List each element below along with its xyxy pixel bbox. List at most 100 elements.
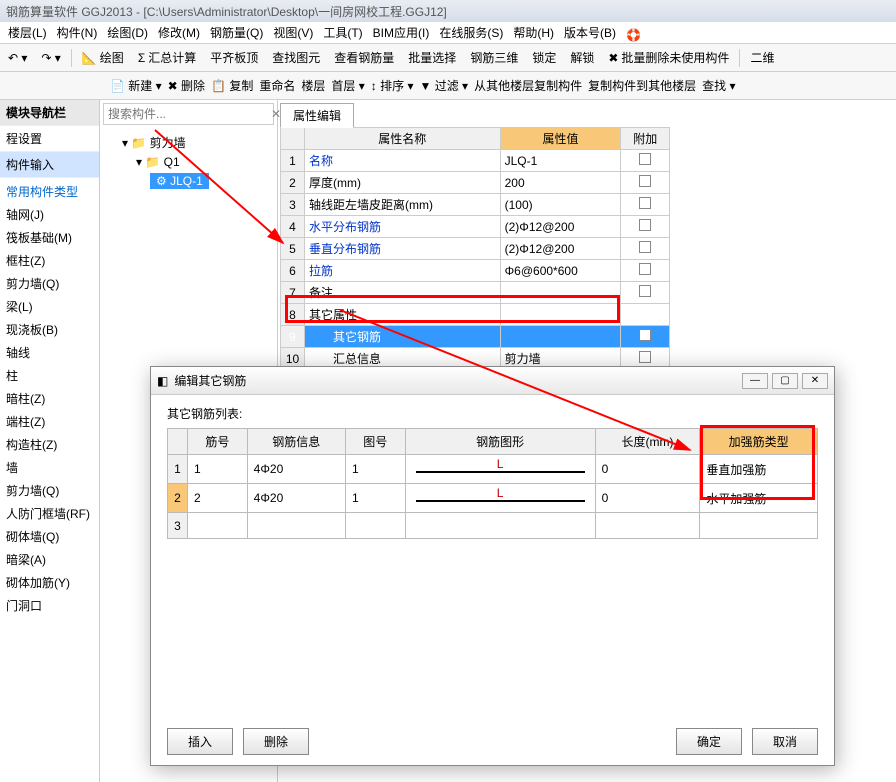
property-row[interactable]: 3轴线距左墙皮距离(mm)(100) (281, 194, 670, 216)
menu-view[interactable]: 视图(V) (269, 22, 317, 43)
help-icon[interactable]: 🛟 (622, 26, 636, 40)
list-item[interactable]: 暗梁(A) (0, 548, 99, 571)
minimize-button[interactable]: — (742, 373, 768, 389)
dialog-title: 编辑其它钢筋 (174, 372, 246, 389)
list-item[interactable]: 剪力墙(Q) (0, 479, 99, 502)
close-button[interactable]: ✕ (802, 373, 828, 389)
list-item[interactable]: 端柱(Z) (0, 410, 99, 433)
col-value: 属性值 (500, 128, 621, 150)
find-button[interactable]: 查找 ▾ (702, 77, 735, 94)
input-tab[interactable]: 构件输入 (0, 152, 99, 178)
tree-child[interactable]: ▾ 📁 Q1 (108, 153, 269, 171)
list-item[interactable]: 柱 (0, 364, 99, 387)
toolbar-main: ↶ ▾ ↷ ▾ 📐 绘图 Σ 汇总计算 平齐板顶 查找图元 查看钢筋量 批量选择… (0, 44, 896, 72)
nav-tab[interactable]: 模块导航栏 (0, 100, 99, 126)
menu-help[interactable]: 帮助(H) (509, 22, 558, 43)
batch-select-button[interactable]: 批量选择 (404, 47, 460, 68)
maximize-button[interactable]: ▢ (772, 373, 798, 389)
find-elem-button[interactable]: 查找图元 (268, 47, 324, 68)
list-item[interactable]: 墙 (0, 456, 99, 479)
settings-tab[interactable]: 程设置 (0, 126, 99, 152)
list-item[interactable]: 轴线 (0, 341, 99, 364)
copy-to-button[interactable]: 复制构件到其他楼层 (588, 77, 696, 94)
col-info: 钢筋信息 (247, 429, 345, 455)
unlock-button[interactable]: 解锁 (566, 47, 598, 68)
list-label: 其它钢筋列表: (167, 405, 818, 422)
component-tree: ▾ 📁 剪力墙 ▾ 📁 Q1 ⚙ JLQ-1 (100, 128, 277, 195)
list-item[interactable]: 砌体墙(Q) (0, 525, 99, 548)
rename-button[interactable]: 重命名 (259, 77, 295, 94)
list-item[interactable]: 现浇板(B) (0, 318, 99, 341)
delete-button[interactable]: ✖ 删除 (168, 77, 205, 94)
copy-from-button[interactable]: 从其他楼层复制构件 (474, 77, 582, 94)
menu-draw[interactable]: 绘图(D) (103, 22, 152, 43)
property-row[interactable]: 6拉筋Φ6@600*600 (281, 260, 670, 282)
list-item[interactable]: 框柱(Z) (0, 249, 99, 272)
rebar-row[interactable]: 3 (168, 513, 818, 539)
menu-floor[interactable]: 楼层(L) (4, 22, 51, 43)
col-name: 属性名称 (305, 128, 501, 150)
delete-button[interactable]: 删除 (243, 728, 309, 755)
category-header[interactable]: 常用构件类型 (0, 180, 99, 203)
list-item[interactable]: 暗柱(Z) (0, 387, 99, 410)
rebar-3d-button[interactable]: 钢筋三维 (466, 47, 522, 68)
dialog-icon: ◧ (157, 374, 168, 388)
insert-button[interactable]: 插入 (167, 728, 233, 755)
new-button[interactable]: 📄 新建 ▾ (110, 77, 162, 94)
col-fig: 图号 (345, 429, 405, 455)
ok-button[interactable]: 确定 (676, 728, 742, 755)
list-item[interactable]: 剪力墙(Q) (0, 272, 99, 295)
find-rebar-button[interactable]: 查看钢筋量 (330, 47, 398, 68)
floor-select[interactable]: 首层 ▾ (331, 77, 364, 94)
menubar: 楼层(L) 构件(N) 绘图(D) 修改(M) 钢筋量(Q) 视图(V) 工具(… (0, 22, 896, 44)
property-row[interactable]: 4水平分布钢筋(2)Φ12@200 (281, 216, 670, 238)
sort-button[interactable]: ↕ 排序 ▾ (371, 77, 414, 94)
sum-button[interactable]: Σ 汇总计算 (134, 47, 200, 68)
list-item[interactable]: 门洞口 (0, 594, 99, 617)
cancel-button[interactable]: 取消 (752, 728, 818, 755)
left-panel: 模块导航栏 程设置 构件输入 常用构件类型 轴网(J) 筏板基础(M) 框柱(Z… (0, 100, 100, 782)
list-item[interactable]: 筏板基础(M) (0, 226, 99, 249)
copy-button[interactable]: 📋 复制 (211, 77, 253, 94)
redo-button[interactable]: ↷ ▾ (37, 49, 64, 67)
property-tab[interactable]: 属性编辑 (280, 103, 354, 128)
list-item[interactable]: 构造柱(Z) (0, 433, 99, 456)
level-button[interactable]: 平齐板顶 (206, 47, 262, 68)
batch-del-button[interactable]: ✖ 批量删除未使用构件 (604, 47, 733, 68)
filter-button[interactable]: ▼ 过滤 ▾ (419, 77, 468, 94)
col-extra: 附加 (621, 128, 670, 150)
menu-online[interactable]: 在线服务(S) (435, 22, 507, 43)
search-input[interactable] (104, 104, 267, 124)
rebar-table: 筋号 钢筋信息 图号 钢筋图形 长度(mm) 加强筋类型 114Φ201L0垂直… (167, 428, 818, 539)
menu-version[interactable]: 版本号(B) (560, 22, 620, 43)
menu-modify[interactable]: 修改(M) (154, 22, 204, 43)
2d-button[interactable]: 二维 (746, 47, 778, 68)
menu-rebar[interactable]: 钢筋量(Q) (206, 22, 267, 43)
property-row[interactable]: 5垂直分布钢筋(2)Φ12@200 (281, 238, 670, 260)
menu-bim[interactable]: BIM应用(I) (369, 22, 434, 43)
edit-rebar-dialog: ◧ 编辑其它钢筋 — ▢ ✕ 其它钢筋列表: 筋号 钢筋信息 图号 钢筋图形 长… (150, 366, 835, 766)
floor-label: 楼层 (301, 77, 325, 94)
col-num: 筋号 (188, 429, 248, 455)
list-item[interactable]: 梁(L) (0, 295, 99, 318)
toolbar-component: 📄 新建 ▾ ✖ 删除 📋 复制 重命名 楼层 首层 ▾ ↕ 排序 ▾ ▼ 过滤… (0, 72, 896, 100)
property-row[interactable]: 7备注 (281, 282, 670, 304)
rebar-row[interactable]: 224Φ201L0水平加强筋 (168, 484, 818, 513)
property-table: 属性名称 属性值 附加 1名称JLQ-12厚度(mm)2003轴线距左墙皮距离(… (280, 127, 670, 392)
search-box: ✕ 🔍 (103, 103, 274, 125)
list-item[interactable]: 人防门框墙(RF) (0, 502, 99, 525)
draw-button[interactable]: 📐 绘图 (78, 47, 128, 68)
tree-leaf-selected[interactable]: ⚙ JLQ-1 (108, 171, 269, 191)
property-row[interactable]: 1名称JLQ-1 (281, 150, 670, 172)
list-item[interactable]: 轴网(J) (0, 203, 99, 226)
rebar-row[interactable]: 114Φ201L0垂直加强筋 (168, 455, 818, 484)
undo-button[interactable]: ↶ ▾ (4, 49, 31, 67)
lock-button[interactable]: 锁定 (528, 47, 560, 68)
tree-root[interactable]: ▾ 📁 剪力墙 (108, 132, 269, 153)
property-row[interactable]: 8其它属性 (281, 304, 670, 326)
property-row[interactable]: 2厚度(mm)200 (281, 172, 670, 194)
menu-component[interactable]: 构件(N) (53, 22, 102, 43)
property-row[interactable]: 9 其它钢筋 (281, 326, 670, 348)
list-item[interactable]: 砌体加筋(Y) (0, 571, 99, 594)
menu-tools[interactable]: 工具(T) (319, 22, 366, 43)
